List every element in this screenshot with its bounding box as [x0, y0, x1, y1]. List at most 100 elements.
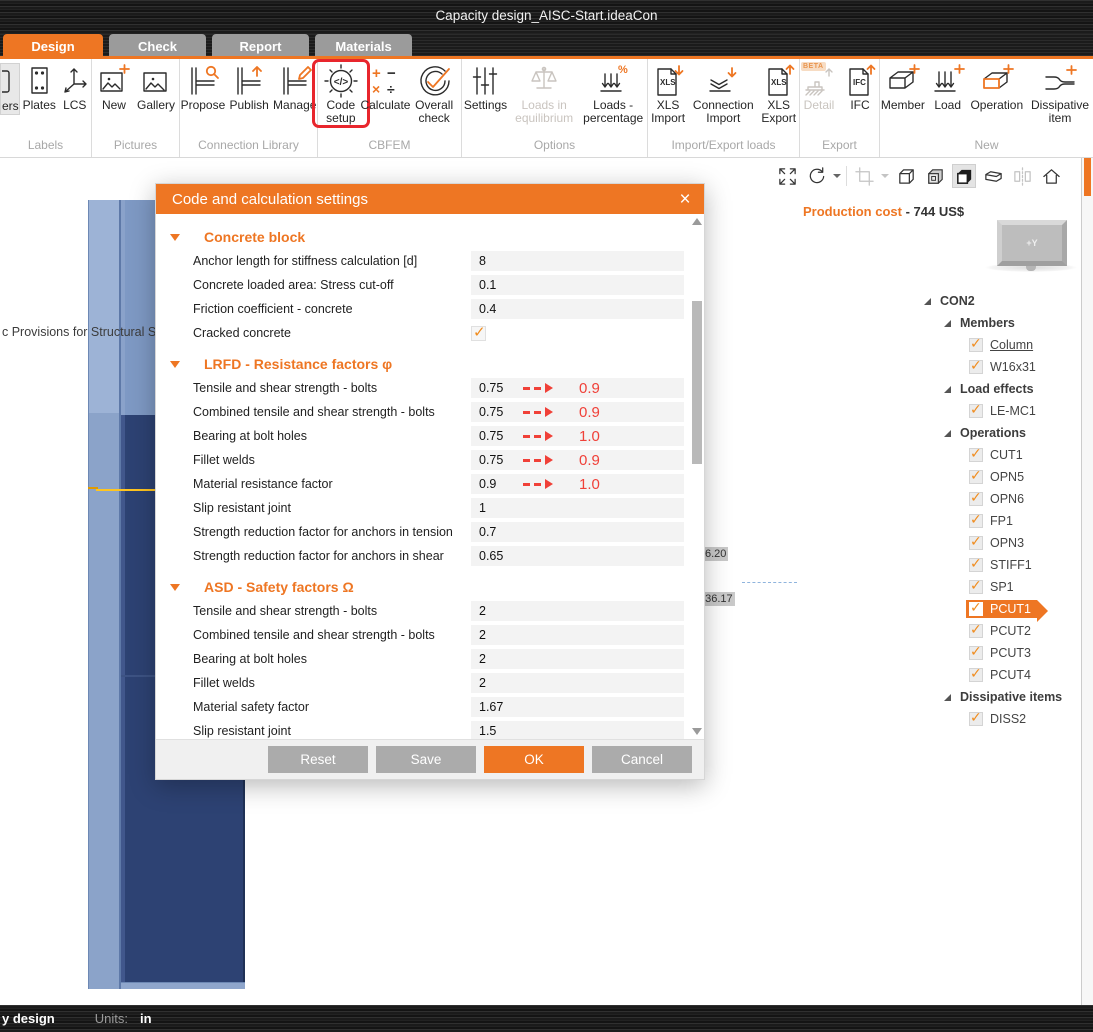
setting-value-field[interactable]: 1.5 — [471, 721, 684, 739]
tab-materials[interactable]: Materials — [315, 34, 412, 58]
transparent-view-icon[interactable] — [981, 164, 1005, 188]
home-view-icon[interactable] — [1039, 164, 1063, 188]
tree-item-sp1[interactable]: SP1 — [920, 576, 1082, 598]
tree-item-w16x31[interactable]: W16x31 — [920, 356, 1082, 378]
scroll-down-icon[interactable] — [692, 728, 702, 735]
dialog-scrollbar[interactable] — [691, 216, 703, 737]
tree-item-opn5[interactable]: OPN5 — [920, 466, 1082, 488]
tree-row-body[interactable]: STIFF1 — [966, 556, 1038, 574]
dialog-section-asd-safety-factors[interactable]: ASD - Safety factors Ω — [156, 575, 690, 599]
expander-triangle-icon[interactable] — [944, 694, 951, 701]
ribbon-button-lcs[interactable]: LCS — [59, 63, 92, 113]
tree-item-pcut2[interactable]: PCUT2 — [920, 620, 1082, 642]
checkbox-checked-icon[interactable] — [969, 470, 983, 484]
tree-item-opn3[interactable]: OPN3 — [920, 532, 1082, 554]
view-cube[interactable]: +Y — [997, 220, 1067, 266]
tree-item-con2[interactable]: CON2 — [920, 290, 1082, 312]
dialog-section-lrfd-resistance-factors[interactable]: LRFD - Resistance factors φ — [156, 352, 690, 376]
ribbon-button-ifc[interactable]: IFCIFC — [841, 63, 879, 113]
ribbon-button-xls-import[interactable]: XLSXLS Import — [648, 63, 688, 126]
checkbox-checked-icon[interactable] — [969, 492, 983, 506]
reset-button[interactable]: Reset — [268, 746, 368, 773]
tree-item-diss2[interactable]: DISS2 — [920, 708, 1082, 730]
section-collapse-icon[interactable] — [170, 234, 180, 241]
ribbon-button-load[interactable]: Load — [929, 63, 967, 113]
checkbox-checked-icon[interactable] — [969, 646, 983, 660]
checkbox-checked-icon[interactable] — [969, 558, 983, 572]
tree-item-stiff1[interactable]: STIFF1 — [920, 554, 1082, 576]
checkbox-checked-icon[interactable] — [969, 404, 983, 418]
tab-check[interactable]: Check — [109, 34, 206, 58]
expander-triangle-icon[interactable] — [924, 298, 931, 305]
tree-item-pcut3[interactable]: PCUT3 — [920, 642, 1082, 664]
checkbox-checked-icon[interactable] — [969, 338, 983, 352]
checkbox-checked-icon[interactable] — [969, 624, 983, 638]
ribbon-button-calculate[interactable]: +−×÷Calculate — [367, 63, 405, 113]
ribbon-button-xls-export[interactable]: XLSXLS Export — [758, 63, 799, 126]
checkbox-checked-icon[interactable] — [471, 326, 486, 341]
tree-row-body[interactable]: CUT1 — [966, 446, 1029, 464]
tree-row-body[interactable]: OPN3 — [966, 534, 1030, 552]
setting-value-field[interactable]: 1.67 — [471, 697, 684, 717]
save-button[interactable]: Save — [376, 746, 476, 773]
chevron-down-icon[interactable] — [833, 174, 841, 178]
checkbox-checked-icon[interactable] — [969, 580, 983, 594]
close-icon[interactable]: × — [666, 184, 704, 214]
tree-row-body[interactable]: W16x31 — [966, 358, 1042, 376]
tree-item-pcut1[interactable]: PCUT1 — [920, 598, 1082, 620]
dialog-section-concrete-block[interactable]: Concrete block — [156, 225, 690, 249]
setting-value-field[interactable]: 0.751.0 — [471, 426, 684, 446]
tree-item-members[interactable]: Members — [920, 312, 1082, 334]
setting-value-field[interactable]: 0.7 — [471, 522, 684, 542]
shaded-view-icon[interactable] — [923, 164, 947, 188]
tree-row-body[interactable]: FP1 — [966, 512, 1019, 530]
tree-row-body[interactable]: DISS2 — [966, 710, 1032, 728]
ribbon-button-connection-import[interactable]: Connection Import — [691, 63, 755, 126]
expander-triangle-icon[interactable] — [944, 430, 951, 437]
canvas-scrollbar[interactable] — [1081, 158, 1093, 1005]
checkbox-checked-icon[interactable] — [969, 712, 983, 726]
tree-item-label[interactable]: Column — [990, 338, 1033, 352]
expander-triangle-icon[interactable] — [944, 386, 951, 393]
setting-value-field[interactable]: 1 — [471, 498, 684, 518]
setting-value-field[interactable]: 0.750.9 — [471, 378, 684, 398]
ribbon-button-plates[interactable]: Plates — [23, 63, 56, 113]
tree-item-pcut4[interactable]: PCUT4 — [920, 664, 1082, 686]
ribbon-button-gallery[interactable]: Gallery — [136, 63, 176, 113]
tree-item-le-mc1[interactable]: LE-MC1 — [920, 400, 1082, 422]
ribbon-button-publish[interactable]: Publish — [229, 63, 270, 113]
tree-row-body[interactable]: OPN6 — [966, 490, 1030, 508]
setting-value-field[interactable]: 0.1 — [471, 275, 684, 295]
tab-report[interactable]: Report — [212, 34, 309, 58]
section-collapse-icon[interactable] — [170, 584, 180, 591]
tree-row-body[interactable]: SP1 — [966, 578, 1020, 596]
tree-item-fp1[interactable]: FP1 — [920, 510, 1082, 532]
rotate-view-icon[interactable] — [804, 164, 828, 188]
section-collapse-icon[interactable] — [170, 361, 180, 368]
tree-row-body[interactable]: OPN5 — [966, 468, 1030, 486]
setting-value-field[interactable]: 0.65 — [471, 546, 684, 566]
tree-row-body[interactable]: PCUT3 — [966, 644, 1037, 662]
checkbox-checked-icon[interactable] — [969, 448, 983, 462]
tree-row-body[interactable]: PCUT4 — [966, 666, 1037, 684]
tree-selected-row[interactable]: PCUT1 — [966, 600, 1037, 618]
tree-item-load-effects[interactable]: Load effects — [920, 378, 1082, 400]
ribbon-button-operation[interactable]: Operation — [970, 63, 1024, 113]
tree-row-body[interactable]: LE-MC1 — [966, 402, 1042, 420]
dialog-titlebar[interactable]: Code and calculation settings × — [156, 184, 704, 214]
ribbon-button-overall-check[interactable]: Overall check — [407, 63, 461, 126]
setting-value-field[interactable]: 0.91.0 — [471, 474, 684, 494]
ribbon-button-propose[interactable]: Propose — [180, 63, 226, 113]
ribbon-button-manage[interactable]: Manage — [272, 63, 317, 113]
setting-value-field[interactable]: 0.750.9 — [471, 402, 684, 422]
setting-value-field[interactable]: 2 — [471, 625, 684, 645]
checkbox-checked-icon[interactable] — [969, 536, 983, 550]
scroll-up-icon[interactable] — [692, 218, 702, 225]
solid-view-icon[interactable] — [952, 164, 976, 188]
tree-row-body[interactable]: Column — [966, 336, 1039, 354]
ribbon-button-new[interactable]: New — [95, 63, 133, 113]
setting-value-field[interactable]: 2 — [471, 673, 684, 693]
checkbox-checked-icon[interactable] — [969, 514, 983, 528]
checkbox-checked-icon[interactable] — [969, 602, 983, 616]
setting-value-field[interactable]: 2 — [471, 601, 684, 621]
